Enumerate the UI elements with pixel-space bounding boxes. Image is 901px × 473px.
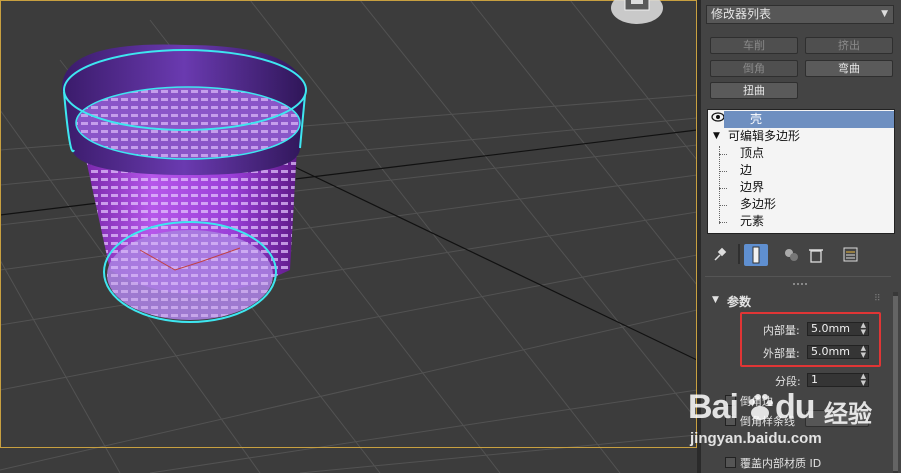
- tree-tick: [719, 171, 727, 172]
- tree-tick: [719, 188, 727, 189]
- tree-tick: [719, 222, 727, 223]
- subobject-polygon[interactable]: 多边形: [740, 196, 776, 213]
- watermark-brand-cn: 经验: [824, 400, 872, 428]
- modifier-list-label: 修改器列表: [711, 7, 772, 21]
- twist-button[interactable]: 扭曲: [710, 82, 798, 99]
- segments-spinner[interactable]: 1 ▲ ▼: [807, 373, 869, 387]
- toolbar-divider: [738, 244, 740, 264]
- resize-grip[interactable]: [793, 283, 807, 285]
- remove-modifier-icon[interactable]: [807, 246, 825, 264]
- watermark-brand-a: Bai: [688, 388, 739, 426]
- baidu-paw-icon: [749, 394, 773, 420]
- pin-stack-icon[interactable]: [711, 246, 729, 264]
- basket-object: [62, 44, 307, 323]
- subobject-edge[interactable]: 边: [740, 162, 752, 179]
- show-end-result-icon[interactable]: [744, 244, 768, 266]
- extrude-button[interactable]: 挤出: [805, 37, 893, 54]
- bevel-button[interactable]: 倒角: [710, 60, 798, 77]
- modifier-stack[interactable]: 壳 ▼ 可编辑多边形 顶点 边 边界 多边形 元素: [707, 109, 895, 234]
- baidu-watermark: Bai du 经验 jingyan.baidu.com: [676, 386, 901, 473]
- eye-icon[interactable]: [711, 111, 725, 123]
- configure-modifier-sets-icon[interactable]: [842, 246, 860, 264]
- subobject-element[interactable]: 元素: [740, 213, 764, 230]
- rollout-collapse-icon[interactable]: ▼: [712, 295, 719, 305]
- lathe-button[interactable]: 车削: [710, 37, 798, 54]
- spinner-arrows-icon[interactable]: ▲ ▼: [861, 373, 866, 387]
- stack-item-shell[interactable]: 壳: [724, 111, 894, 128]
- viewcube-icon[interactable]: [607, 0, 667, 28]
- tree-connector: [719, 146, 720, 224]
- stack-item-shell-label: 壳: [750, 112, 763, 126]
- rollout-grip-icon: ⠿: [874, 294, 881, 304]
- rollout-title[interactable]: 参数: [727, 293, 751, 310]
- watermark-brand-b: du: [775, 388, 816, 426]
- modifier-list-dropdown[interactable]: 修改器列表 ▼: [706, 5, 894, 24]
- tree-tick: [719, 205, 727, 206]
- expand-triangle-icon[interactable]: ▼: [713, 128, 720, 145]
- red-highlight-box: [740, 312, 881, 367]
- subobject-vertex[interactable]: 顶点: [740, 145, 764, 162]
- watermark-url: jingyan.baidu.com: [690, 430, 822, 447]
- make-unique-icon[interactable]: [782, 246, 800, 264]
- tree-tick: [719, 154, 727, 155]
- stack-item-editable-poly[interactable]: 可编辑多边形: [728, 128, 800, 145]
- perspective-viewport[interactable]: [0, 0, 697, 473]
- stack-item-editable-poly-label: 可编辑多边形: [728, 129, 801, 143]
- segments-value: 1: [811, 373, 818, 386]
- bend-button[interactable]: 弯曲: [805, 60, 893, 77]
- panel-divider: [705, 276, 891, 277]
- subobject-border[interactable]: 边界: [740, 179, 764, 196]
- dropdown-arrow-icon: ▼: [881, 9, 888, 19]
- viewport-scene[interactable]: [0, 0, 697, 473]
